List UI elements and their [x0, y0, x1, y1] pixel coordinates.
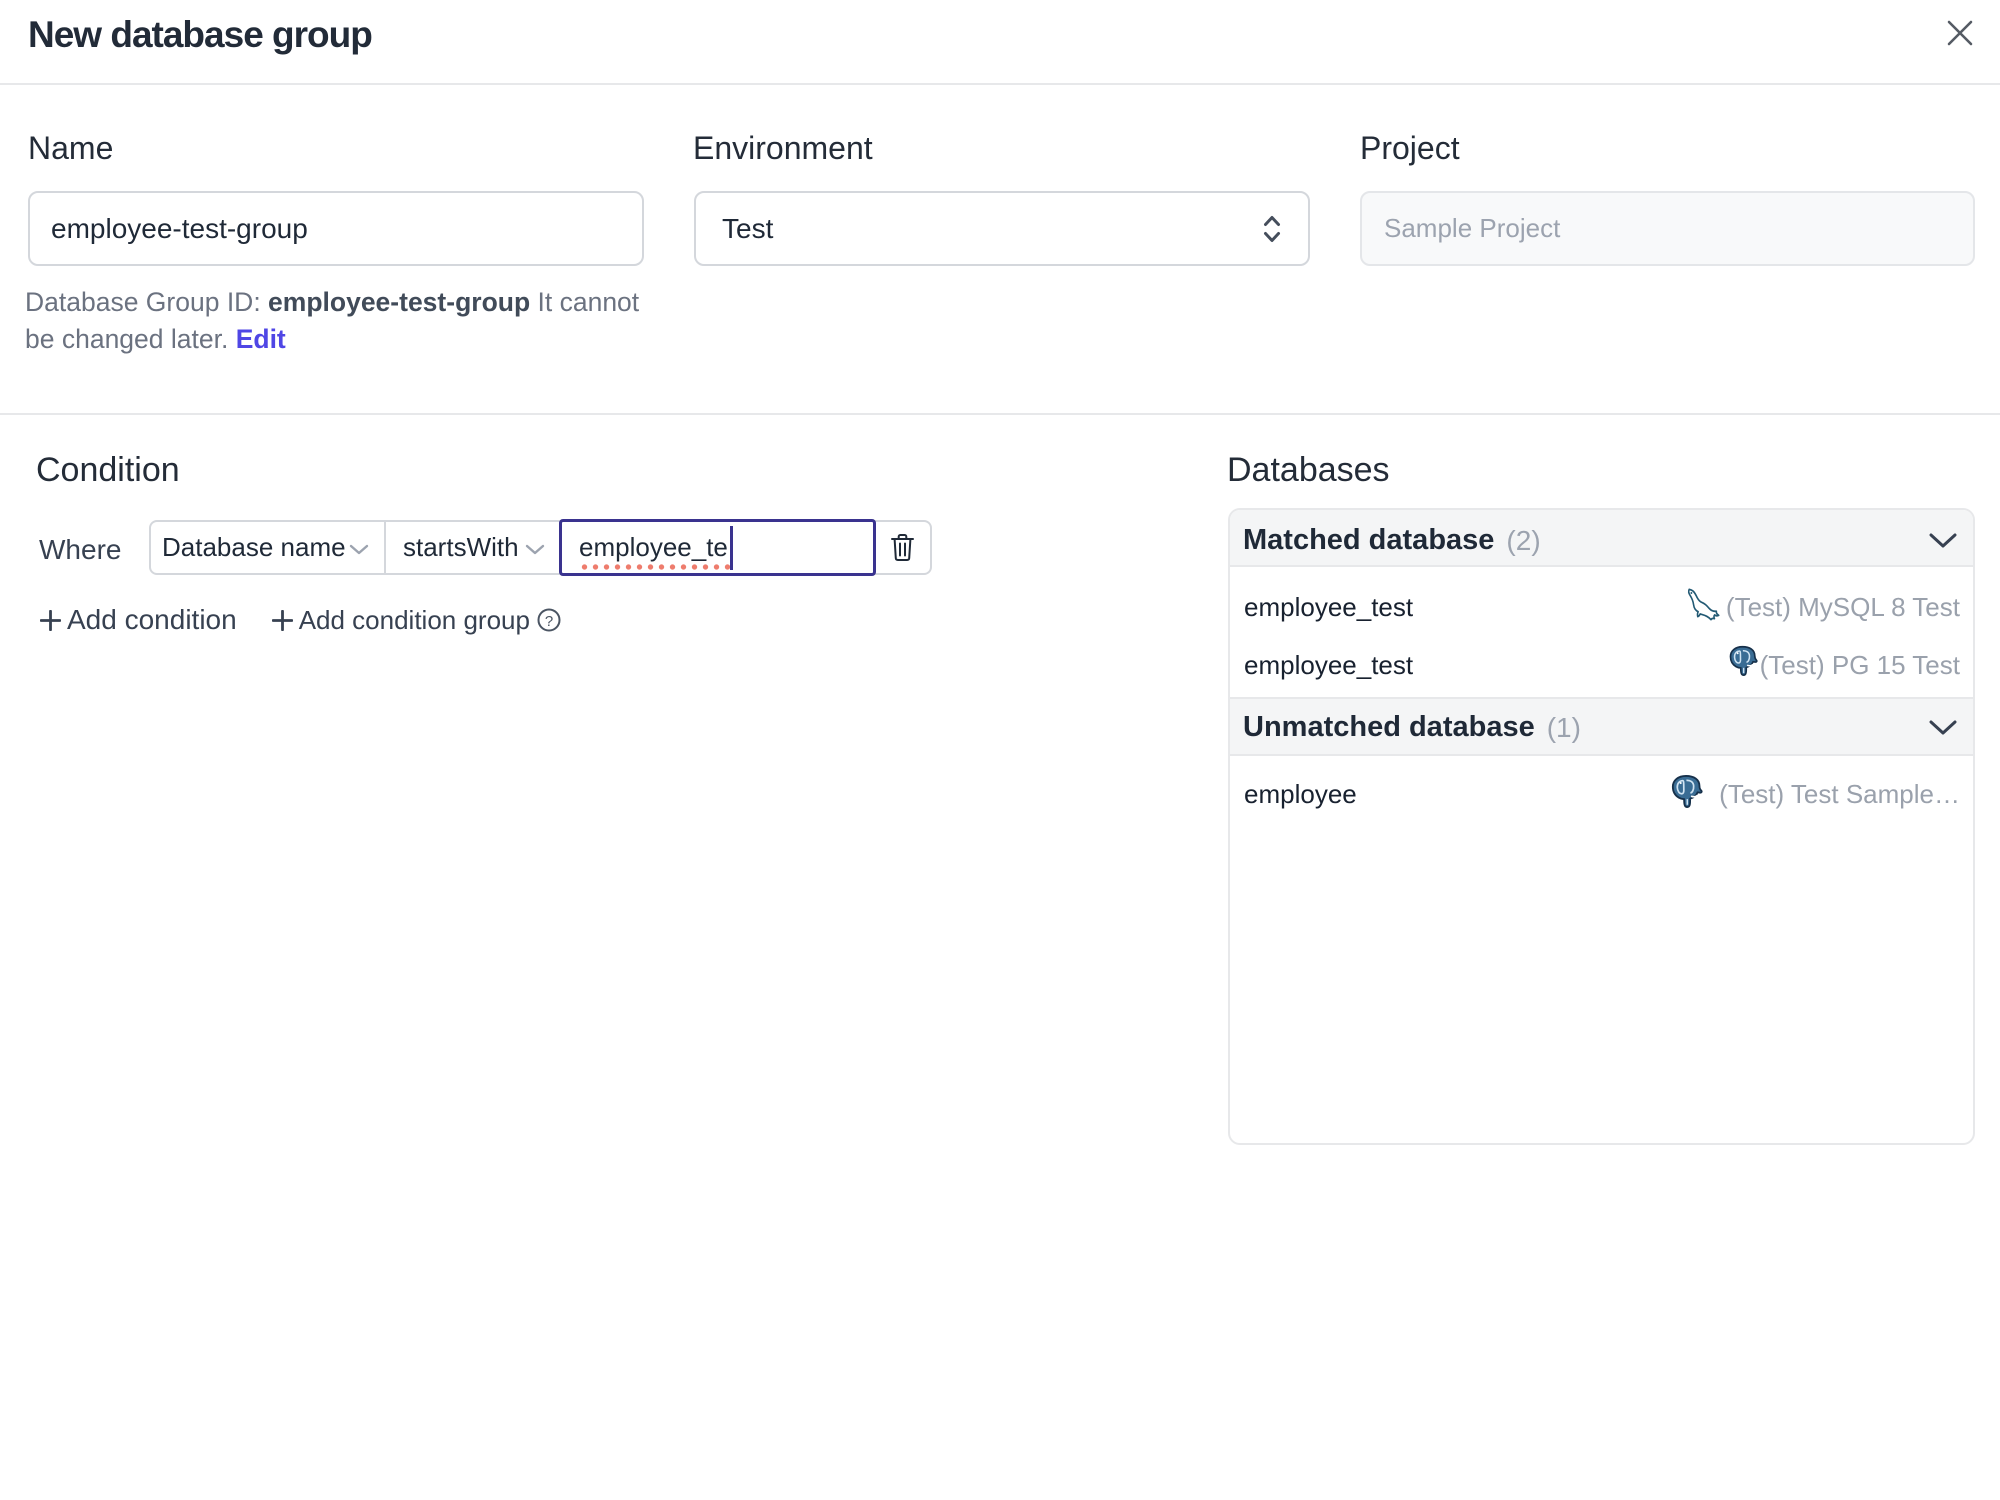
svg-text:?: ?	[545, 613, 553, 630]
